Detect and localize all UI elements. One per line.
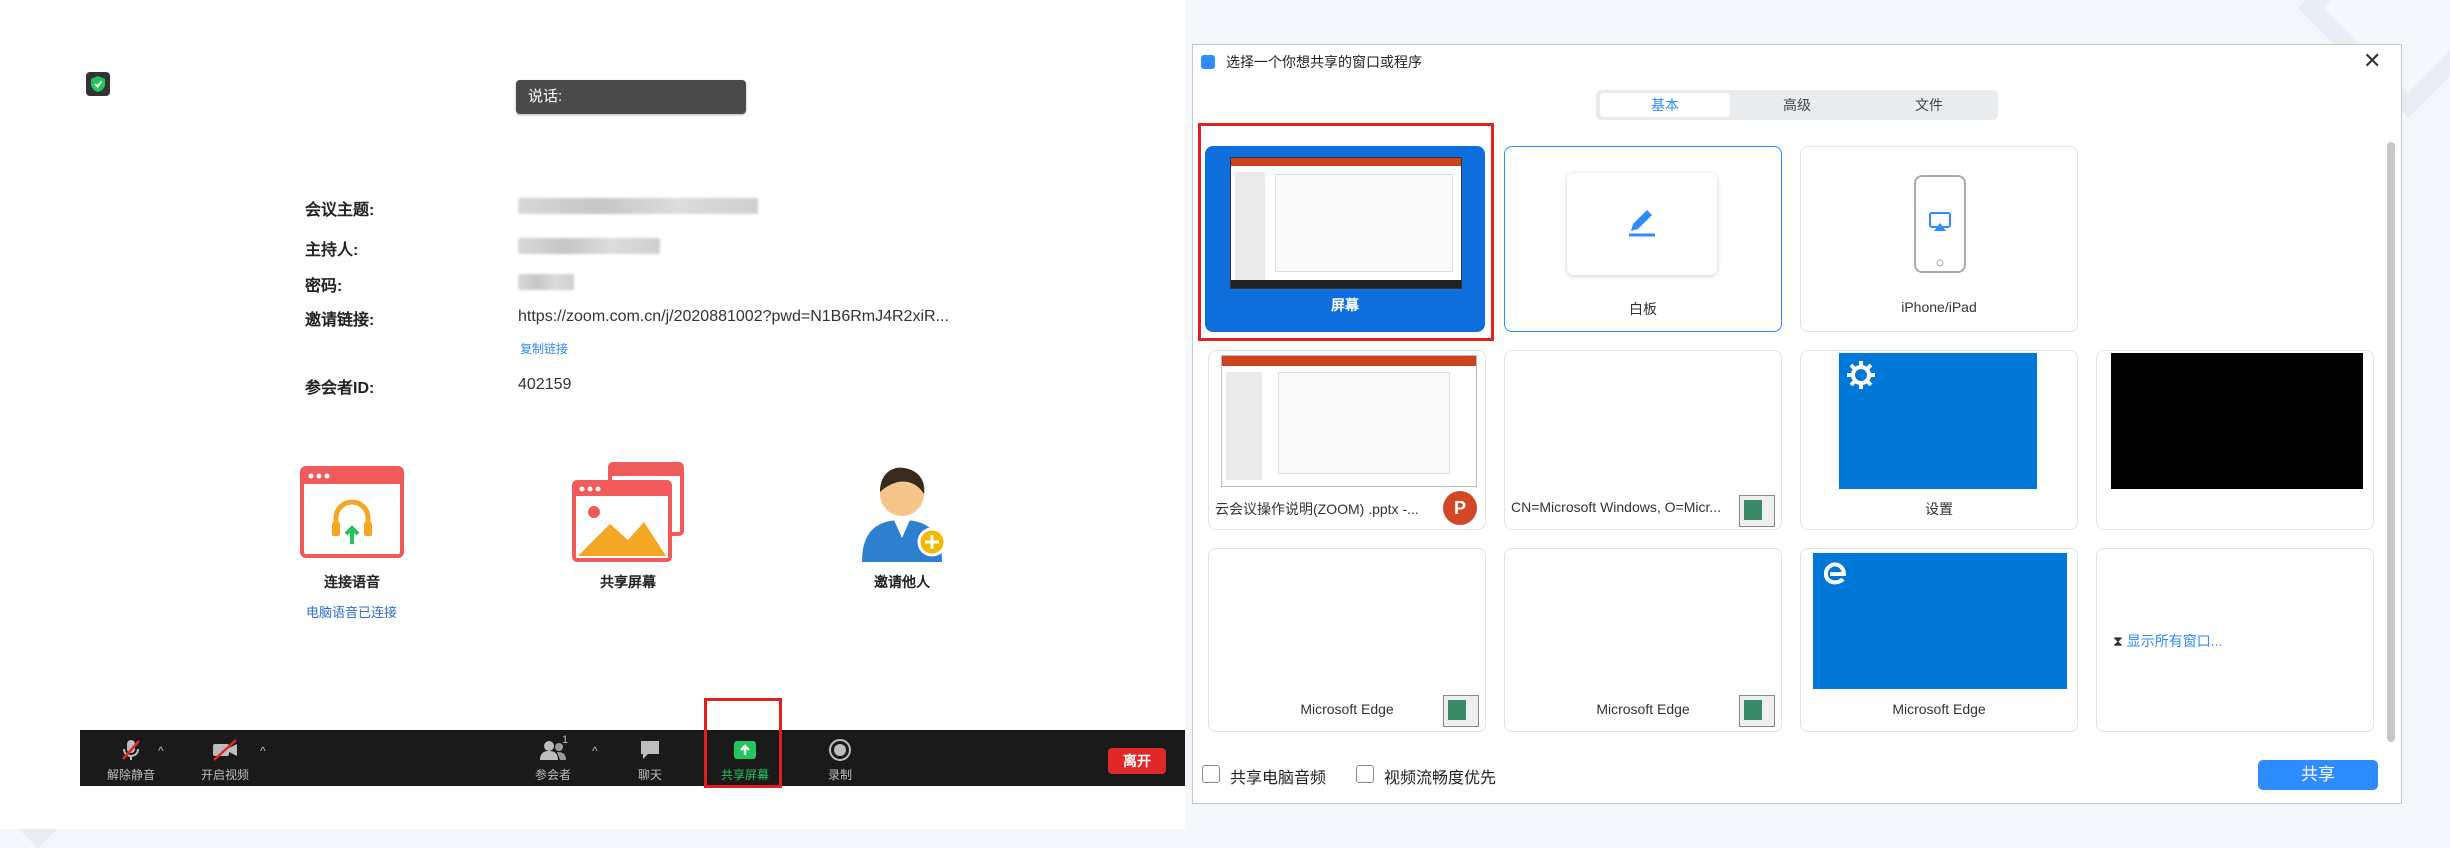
show-all-windows-option[interactable]: ⧗ 显示所有窗口... — [2096, 548, 2374, 732]
host-value-blurred — [518, 238, 660, 254]
unmute-label: 解除静音 — [106, 768, 155, 782]
share-tabs: 基本 高级 文件 — [1596, 90, 1998, 120]
camera-off-icon — [213, 739, 237, 761]
share-option-pptx[interactable]: 云会议操作说明(ZOOM) .pptx -... P — [1208, 350, 1486, 530]
black-window-thumbnail — [2111, 353, 2363, 489]
video-priority-label: 视频流畅度优先 — [1384, 770, 1497, 787]
password-value-blurred — [518, 274, 574, 290]
share-screen-label: 共享屏幕 — [600, 574, 656, 590]
share-screen-icon — [572, 462, 684, 562]
invite-label: 邀请他人 — [874, 574, 930, 590]
participants-count: 1 — [562, 734, 569, 746]
cn-window-label: CN=Microsoft Windows, O=Micr... — [1511, 499, 1722, 515]
tab-files[interactable]: 文件 — [1864, 93, 1994, 117]
chat-icon — [641, 741, 659, 759]
participants-button[interactable]: 参会者 — [520, 730, 586, 786]
record-icon — [829, 739, 851, 761]
show-all-windows-label: 显示所有窗口... — [2126, 633, 2223, 649]
edge-window-icon — [1443, 695, 1479, 727]
dialog-title: 选择一个你想共享的窗口或程序 — [1226, 54, 1422, 70]
share-button[interactable]: 共享 — [2258, 760, 2378, 790]
share-option-whiteboard[interactable]: 白板 — [1504, 146, 1782, 332]
meeting-window: 说话: 会议主题: 主持人: 密码: 邀请链接: https://zoom.co… — [0, 0, 1185, 829]
whiteboard-label: 白板 — [1629, 301, 1657, 317]
participant-id-value: 402159 — [518, 376, 572, 393]
invite-link-url: https://zoom.com.cn/j/2020881002?pwd=N1B… — [518, 308, 949, 325]
password-label: 密码: — [305, 278, 343, 295]
share-option-iphone[interactable]: iPhone/iPad — [1800, 146, 2078, 332]
record-label: 录制 — [827, 768, 852, 782]
edge-window-icon — [1739, 695, 1775, 727]
participants-label: 参会者 — [534, 768, 571, 782]
tab-basic[interactable]: 基本 — [1600, 93, 1730, 117]
microphone-muted-icon — [122, 740, 140, 760]
chat-label: 聊天 — [637, 768, 662, 782]
highlight-box-share-toolbar — [704, 698, 782, 788]
powerpoint-icon: P — [1443, 491, 1477, 525]
participant-id-label: 参会者ID: — [305, 380, 375, 397]
participants-options-caret[interactable]: ^ — [592, 744, 598, 758]
share-option-black-window[interactable] — [2096, 350, 2374, 530]
topic-label: 会议主题: — [305, 202, 375, 219]
video-priority-checkbox[interactable] — [1356, 765, 1374, 783]
invite-person-icon — [862, 467, 947, 562]
start-video-button[interactable]: 开启视频 — [190, 730, 260, 786]
start-video-label: 开启视频 — [200, 768, 249, 782]
expand-icon: ⧗ — [2113, 633, 2123, 649]
join-audio-button[interactable] — [300, 466, 404, 558]
gear-icon — [1847, 361, 1875, 389]
tab-advanced[interactable]: 高级 — [1732, 93, 1862, 117]
iphone-icon — [1914, 175, 1966, 273]
invite-link-label: 邀请链接: — [305, 312, 375, 329]
host-label: 主持人: — [305, 242, 359, 259]
headphone-window-icon — [300, 466, 404, 558]
share-option-settings[interactable]: 设置 — [1800, 350, 2078, 530]
video-options-caret[interactable]: ^ — [260, 744, 266, 758]
close-icon[interactable]: ✕ — [2363, 48, 2381, 74]
share-option-edge-3[interactable]: Microsoft Edge — [1800, 548, 2078, 732]
share-option-cn-window[interactable]: CN=Microsoft Windows, O=Micr... — [1504, 350, 1782, 530]
zoom-logo-icon — [1201, 55, 1215, 69]
leave-meeting-button[interactable]: 离开 — [1108, 748, 1166, 774]
settings-label: 设置 — [1925, 501, 1953, 517]
share-option-edge-1[interactable]: Microsoft Edge — [1208, 548, 1486, 732]
share-screen-action[interactable] — [570, 462, 686, 562]
share-option-edge-2[interactable]: Microsoft Edge — [1504, 548, 1782, 732]
record-button[interactable]: 录制 — [810, 730, 870, 786]
share-audio-label: 共享电脑音频 — [1230, 770, 1327, 787]
audio-options-caret[interactable]: ^ — [158, 744, 164, 758]
talking-indicator: 说话: — [516, 80, 746, 114]
edge-icon — [1823, 562, 1847, 585]
invite-button[interactable] — [854, 458, 950, 562]
app-window-icon — [1739, 495, 1775, 527]
share-audio-checkbox[interactable] — [1202, 765, 1220, 783]
join-audio-label: 连接语音 — [324, 574, 380, 590]
audio-connected-text: 电脑语音已连接 — [306, 605, 398, 620]
pencil-icon — [1629, 210, 1655, 237]
iphone-label: iPhone/iPad — [1901, 299, 1977, 315]
chat-button[interactable]: 聊天 — [620, 730, 680, 786]
edge-3-label: Microsoft Edge — [1892, 701, 1986, 717]
unmute-button[interactable]: 解除静音 — [96, 730, 166, 786]
meeting-toolbar: 解除静音 ^ 开启视频 ^ 参会者 1 ^ 聊天 共享屏幕 录制 — [80, 730, 1185, 786]
highlight-box-screen — [1198, 123, 1494, 341]
security-shield-icon[interactable] — [86, 72, 110, 96]
copy-link-button[interactable]: 复制链接 — [520, 340, 568, 357]
scrollbar[interactable] — [2387, 142, 2395, 742]
topic-value-blurred — [518, 198, 758, 214]
pptx-thumbnail — [1221, 355, 1477, 487]
